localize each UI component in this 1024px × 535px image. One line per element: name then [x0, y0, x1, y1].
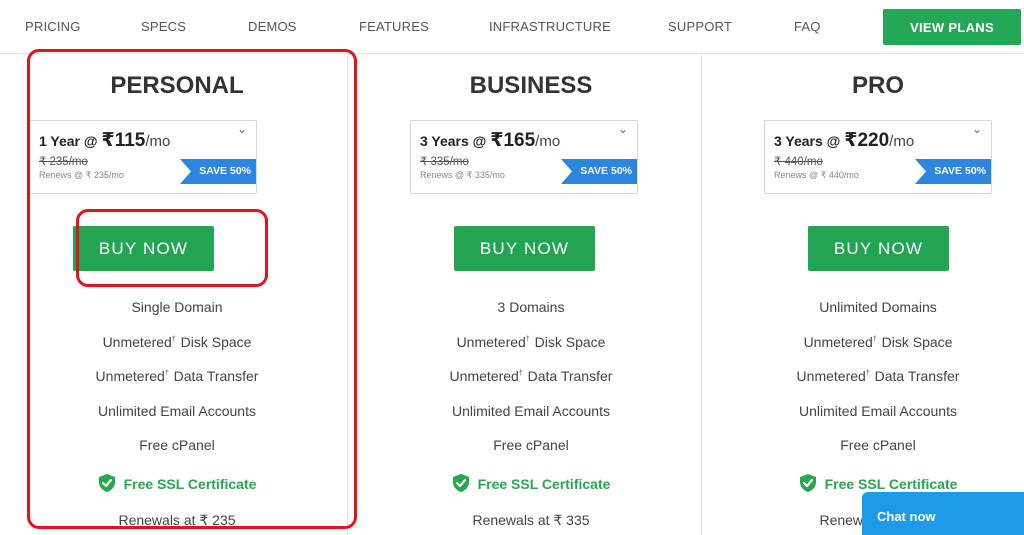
- price-line: 1 Year @ ₹115/mo: [39, 129, 170, 152]
- feature-cpanel: Free cPanel: [139, 437, 215, 453]
- save-badge: SAVE 50%: [180, 159, 256, 184]
- feature-domains: Unlimited Domains: [819, 299, 937, 315]
- feature-data-transfer: Unmetered† Data Transfer: [0, 368, 354, 384]
- price-unit: /mo: [889, 133, 915, 150]
- feature-ssl: Free SSL Certificate: [701, 473, 1024, 493]
- feature-disk-space: Unmetered† Disk Space: [354, 334, 708, 350]
- feature-email: Unlimited Email Accounts: [452, 403, 610, 419]
- plan-card-personal: PERSONAL 1 Year @ ₹115/mo ₹ 235/mo Renew…: [0, 54, 354, 535]
- feature-label: Disk Space: [881, 334, 953, 350]
- unmetered-label: Unmetered: [449, 368, 519, 384]
- nav-link-infrastructure[interactable]: INFRASTRUCTURE: [489, 19, 611, 34]
- buy-now-button[interactable]: BUY NOW: [454, 226, 595, 271]
- feature-disk-space: Unmetered† Disk Space: [701, 334, 1024, 350]
- view-plans-button[interactable]: VIEW PLANS: [883, 9, 1021, 45]
- term-label: 3 Years @: [774, 133, 845, 149]
- feature-cpanel: Free cPanel: [493, 437, 569, 453]
- chevron-down-icon: ⌄: [971, 122, 982, 136]
- billing-term-select[interactable]: 3 Years @ ₹165/mo ₹ 335/mo Renews @ ₹ 33…: [410, 120, 638, 194]
- plan-title: PRO: [851, 72, 904, 99]
- feature-label: Data Transfer: [874, 368, 960, 384]
- shield-check-icon: [452, 474, 469, 492]
- save-badge: SAVE 50%: [561, 159, 637, 184]
- nav-link-pricing[interactable]: PRICING: [25, 19, 81, 34]
- plan-card-business: BUSINESS 3 Years @ ₹165/mo ₹ 335/mo Rene…: [354, 54, 708, 535]
- feature-cpanel: Free cPanel: [840, 437, 916, 453]
- renew-price: Renews @ ₹ 335/mo: [420, 170, 505, 180]
- currency-symbol: ₹: [101, 130, 115, 151]
- nav-link-faq[interactable]: FAQ: [794, 19, 821, 34]
- nav-link-specs[interactable]: SPECS: [141, 19, 186, 34]
- nav-link-demos[interactable]: DEMOS: [248, 19, 297, 34]
- original-price: ₹ 235/mo: [39, 156, 88, 168]
- feature-label: Data Transfer: [173, 368, 259, 384]
- currency-symbol: ₹: [490, 130, 504, 151]
- buy-now-button[interactable]: BUY NOW: [73, 226, 214, 271]
- dagger-mark: †: [865, 370, 870, 378]
- top-nav: PRICING SPECS DEMOS FEATURES INFRASTRUCT…: [0, 0, 1024, 54]
- feature-data-transfer: Unmetered† Data Transfer: [354, 368, 708, 384]
- dagger-mark: †: [164, 370, 169, 378]
- feature-disk-space: Unmetered† Disk Space: [0, 334, 354, 350]
- chat-now-button[interactable]: Chat now: [862, 492, 1024, 535]
- feature-ssl: Free SSL Certificate: [354, 473, 708, 493]
- nav-link-support[interactable]: SUPPORT: [668, 19, 732, 34]
- feature-domains: Single Domain: [131, 299, 223, 315]
- price-amount: 220: [857, 130, 890, 151]
- original-price: ₹ 335/mo: [420, 156, 469, 168]
- original-price: ₹ 440/mo: [774, 156, 823, 168]
- billing-term-select[interactable]: 1 Year @ ₹115/mo ₹ 235/mo Renews @ ₹ 235…: [29, 120, 257, 194]
- shield-check-icon: [98, 474, 115, 492]
- renewal-note: Renewals at ₹ 235: [118, 512, 236, 528]
- save-badge: SAVE 50%: [915, 159, 991, 184]
- unmetered-label: Unmetered: [456, 334, 526, 350]
- feature-domains: 3 Domains: [497, 299, 565, 315]
- price-unit: /mo: [535, 133, 561, 150]
- renewal-note: Renewals at ₹ 335: [472, 512, 590, 528]
- price-amount: 165: [503, 130, 536, 151]
- renew-price: Renews @ ₹ 440/mo: [774, 170, 859, 180]
- renew-price: Renews @ ₹ 235/mo: [39, 170, 124, 180]
- billing-term-select[interactable]: 3 Years @ ₹220/mo ₹ 440/mo Renews @ ₹ 44…: [764, 120, 992, 194]
- unmetered-label: Unmetered: [803, 334, 873, 350]
- plan-card-pro: PRO 3 Years @ ₹220/mo ₹ 440/mo Renews @ …: [701, 54, 1024, 535]
- dagger-mark: †: [872, 336, 877, 344]
- feature-data-transfer: Unmetered† Data Transfer: [701, 368, 1024, 384]
- unmetered-label: Unmetered: [95, 368, 165, 384]
- price-amount: 115: [114, 130, 146, 151]
- feature-ssl: Free SSL Certificate: [0, 473, 354, 493]
- dagger-mark: †: [171, 336, 176, 344]
- term-label: 1 Year @: [39, 133, 102, 149]
- chevron-down-icon: ⌄: [236, 122, 247, 136]
- price-line: 3 Years @ ₹165/mo: [420, 129, 560, 152]
- buy-now-button[interactable]: BUY NOW: [808, 226, 949, 271]
- plan-title: BUSINESS: [469, 72, 593, 99]
- price-line: 3 Years @ ₹220/mo: [774, 129, 914, 152]
- plan-title: PERSONAL: [110, 72, 244, 99]
- currency-symbol: ₹: [844, 130, 858, 151]
- dagger-mark: †: [518, 370, 523, 378]
- term-label: 3 Years @: [420, 133, 491, 149]
- feature-label: Disk Space: [534, 334, 606, 350]
- unmetered-label: Unmetered: [102, 334, 172, 350]
- dagger-mark: †: [525, 336, 530, 344]
- feature-label: Data Transfer: [527, 368, 613, 384]
- unmetered-label: Unmetered: [796, 368, 866, 384]
- feature-email: Unlimited Email Accounts: [799, 403, 957, 419]
- price-unit: /mo: [145, 133, 171, 150]
- feature-email: Unlimited Email Accounts: [98, 403, 256, 419]
- ssl-label: Free SSL Certificate: [123, 476, 257, 492]
- ssl-label: Free SSL Certificate: [824, 476, 958, 492]
- nav-link-features[interactable]: FEATURES: [359, 19, 429, 34]
- chevron-down-icon: ⌄: [617, 122, 628, 136]
- ssl-label: Free SSL Certificate: [477, 476, 611, 492]
- shield-check-icon: [799, 474, 816, 492]
- feature-label: Disk Space: [180, 334, 252, 350]
